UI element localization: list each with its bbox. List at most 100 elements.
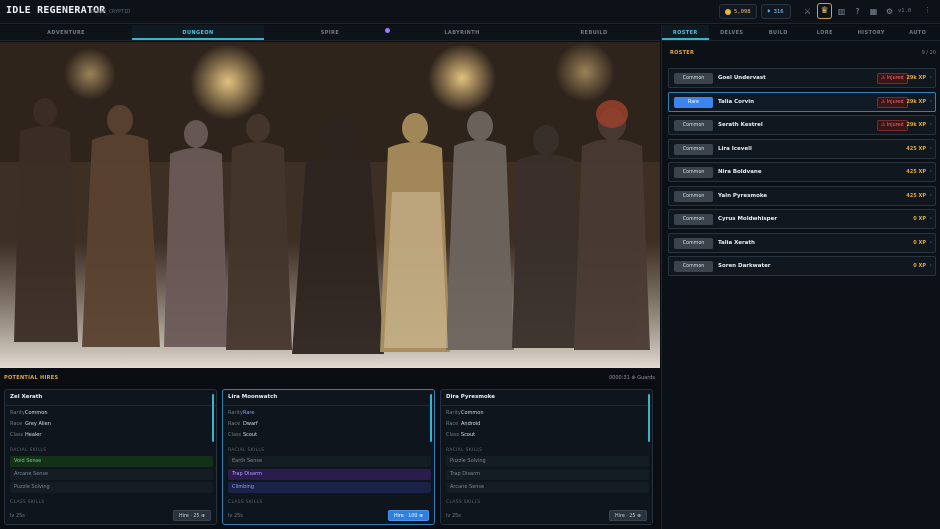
rarity-badge: Common: [674, 143, 713, 155]
calendar-icon[interactable]: ▦: [868, 6, 879, 17]
tab-spire[interactable]: SPIRE: [264, 25, 396, 40]
hire-rarity-row: Rarity Common: [10, 410, 48, 416]
hero-name: Lira Icevell: [718, 145, 752, 152]
hero-name: Soren Darkwater: [718, 263, 771, 269]
hero-name: Serath Kestrel: [718, 122, 763, 128]
skill-chip[interactable]: Puzzle Solving: [10, 482, 213, 493]
chevron-right-icon: ›: [929, 74, 932, 81]
trophy-icon[interactable]: ♛: [817, 3, 832, 19]
version-label: v1.0: [898, 8, 912, 14]
settings-icon[interactable]: ⚙: [884, 6, 895, 17]
hire-race-value: Dwarf: [243, 421, 258, 427]
divider: [441, 405, 652, 406]
swords-icon[interactable]: ⚔: [802, 6, 813, 17]
divider: [223, 405, 434, 406]
scrollbar[interactable]: [430, 394, 432, 442]
chart-icon[interactable]: ▥: [836, 6, 847, 17]
tab-history[interactable]: HISTORY: [848, 25, 895, 40]
hire-button[interactable]: Hire · 25 ⊕: [173, 510, 211, 521]
roster-row[interactable]: Common Goel Undervast ⚠ Injured 29k XP ›: [668, 68, 936, 88]
scrollbar[interactable]: [212, 394, 214, 442]
more-icon[interactable]: ⋮: [924, 6, 931, 14]
hire-class-value: Scout: [461, 432, 476, 438]
tab-auto[interactable]: AUTO: [895, 25, 940, 40]
hero-xp: 425 XP: [906, 169, 926, 175]
skill-chip[interactable]: Climbing: [228, 482, 431, 493]
hire-rarity-label: Rarity: [228, 410, 243, 416]
hire-rarity-value: Common: [25, 410, 48, 416]
chevron-right-icon: ›: [929, 97, 932, 105]
hire-race-row: Race Dwarf: [228, 421, 258, 427]
scrollbar[interactable]: [648, 394, 650, 442]
gem-counter: ♦ 316: [761, 4, 791, 19]
hero-name: Talia Corvin: [718, 98, 755, 105]
injured-badge: ⚠ Injured: [877, 73, 908, 84]
hero-name: Nira Boldvane: [718, 169, 762, 175]
hire-card[interactable]: Dira Pyresmoke Rarity Common Race Android Cla…: [440, 389, 653, 525]
tab-dungeon[interactable]: DUNGEON: [132, 25, 264, 40]
tab-roster[interactable]: ROSTER: [662, 25, 709, 40]
class-skills-label: CLASS SKILLS: [228, 500, 263, 505]
roster-row[interactable]: Common Yaln Pyresmoke 425 XP ›: [668, 185, 936, 206]
hero-xp: 0 XP: [913, 263, 926, 269]
hero-name: Goel Undervast: [718, 75, 766, 81]
rarity-badge: Common: [674, 120, 713, 131]
characters: [14, 98, 650, 354]
main-nav: ADVENTURE DUNGEON SPIRE LABYRINTH REBUILD: [0, 25, 660, 41]
skill-chip[interactable]: Trap Disarm: [228, 469, 431, 480]
chevron-right-icon: ›: [929, 144, 932, 152]
hero-xp: 0 XP: [913, 239, 926, 246]
tab-adventure[interactable]: ADVENTURE: [0, 25, 132, 40]
hire-button[interactable]: Hire · 100 ⊕: [387, 510, 429, 521]
skill-chip[interactable]: Puzzle Solving: [446, 456, 649, 467]
hire-class-value: Healer: [25, 432, 42, 438]
tab-rebuild[interactable]: REBUILD: [528, 25, 660, 40]
rarity-badge: Common: [674, 261, 713, 272]
chevron-right-icon: ›: [929, 121, 932, 128]
roster-row[interactable]: Common Serath Kestrel ⚠ Injured 29k XP ›: [668, 115, 936, 135]
roster-title: ROSTER: [670, 50, 695, 56]
help-icon[interactable]: ?: [852, 6, 863, 17]
rarity-badge: Common: [674, 214, 713, 225]
skill-chip[interactable]: Earth Sense: [228, 456, 431, 467]
hire-rarity-value: Rare: [243, 410, 255, 416]
tab-build[interactable]: BUILD: [755, 25, 802, 40]
chevron-right-icon: ›: [929, 168, 932, 175]
top-bar: IDLE REGENERATOR OCEAN_CRYPTID 5,098 ♦ 3…: [0, 0, 940, 24]
rarity-badge: Common: [674, 167, 713, 178]
roster-row[interactable]: Common Lira Icevell 425 XP ›: [668, 138, 936, 159]
roster-row[interactable]: Common Talia Xerath 0 XP ›: [668, 232, 936, 253]
racial-skills-label: RACIAL SKILLS: [228, 448, 265, 453]
gem-value: 316: [773, 8, 784, 15]
roster-row[interactable]: Common Soren Darkwater 0 XP ›: [668, 256, 936, 276]
hire-race-value: Android: [461, 421, 481, 427]
hire-class-row: Class Scout: [446, 432, 475, 438]
hire-name: Zel Xerath: [10, 394, 43, 400]
rarity-badge: Common: [674, 190, 713, 202]
hire-card[interactable]: Zel Xerath Rarity Common Race Grey Alien Clas…: [4, 389, 217, 525]
hero-name: Talia Xerath: [718, 239, 755, 246]
hire-class-label: Class: [10, 432, 24, 438]
roster-row[interactable]: Common Nira Boldvane 425 XP ›: [668, 162, 936, 182]
roster-row[interactable]: Common Cyrus Moldwhisper 0 XP ›: [668, 209, 936, 229]
skill-chip[interactable]: Trap Disarm: [446, 469, 649, 480]
hero-xp: 29k XP: [906, 75, 926, 81]
hire-button[interactable]: Hire · 25 ⊕: [609, 510, 647, 521]
potential-hires-header: POTENTIAL HIRES 0000:31 ⊕ Guards: [0, 371, 660, 385]
roster-row[interactable]: Rare Talia Corvin ⚠ Injured 29k XP ›: [668, 91, 936, 112]
hire-race-label: Race: [228, 421, 241, 427]
tab-delves[interactable]: DELVES: [709, 25, 756, 40]
class-skills-label: CLASS SKILLS: [446, 500, 481, 505]
notification-dot: [385, 28, 390, 33]
skill-chip[interactable]: Void Sense: [10, 456, 213, 467]
hire-rarity-row: Rarity Rare: [228, 410, 254, 416]
skill-chip[interactable]: Arcane Sense: [10, 469, 213, 480]
hire-rarity-value: Common: [461, 410, 484, 416]
skill-chip[interactable]: Arcane Sense: [446, 482, 649, 493]
hire-card[interactable]: Lira Moonwatch Rarity Rare Race Dwarf Class Sc…: [222, 389, 435, 525]
rarity-badge: Common: [674, 237, 713, 249]
tab-lore[interactable]: LORE: [802, 25, 849, 40]
tab-labyrinth[interactable]: LABYRINTH: [396, 25, 528, 40]
hire-rarity-label: Rarity: [446, 410, 461, 416]
hire-race-row: Race Android: [446, 421, 480, 427]
